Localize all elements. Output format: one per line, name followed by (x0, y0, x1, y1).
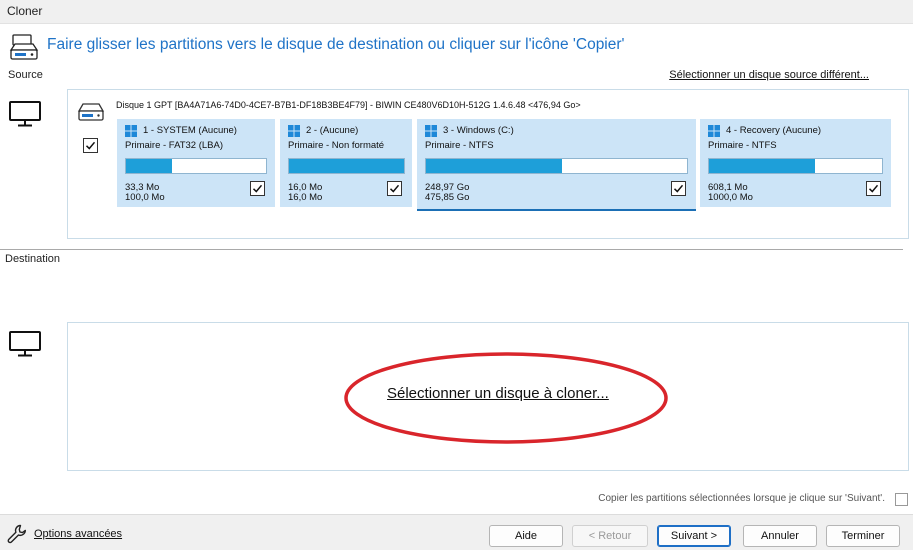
partition-type: Primaire - NTFS (425, 140, 494, 151)
instruction-text: Faire glisser les partitions vers le dis… (47, 36, 625, 53)
windows-logo-icon (708, 125, 720, 137)
partition-checkbox[interactable] (387, 181, 402, 196)
partition-name: 4 - Recovery (Aucune) (726, 125, 822, 136)
partition-usage-bar (708, 158, 883, 174)
usage-fill (426, 159, 562, 173)
partition-checkbox[interactable] (671, 181, 686, 196)
select-destination-disk-link[interactable]: Sélectionner un disque à cloner... (387, 385, 609, 402)
source-label: Source (8, 69, 43, 81)
select-source-disk-link[interactable]: Sélectionner un disque source différent.… (669, 69, 869, 81)
monitor-icon (9, 331, 41, 357)
section-divider (0, 249, 903, 250)
wrench-icon (7, 524, 26, 544)
monitor-icon (9, 101, 41, 127)
disk-checkbox[interactable] (83, 138, 98, 153)
disk-title: Disque 1 GPT [BA4A71A6-74D0-4CE7-B7B1-DF… (116, 100, 581, 110)
usage-fill (126, 159, 173, 173)
partition-card-3[interactable]: 3 - Windows (C:) Primaire - NTFS 248,97 … (417, 119, 696, 211)
partition-name: 1 - SYSTEM (Aucune) (143, 125, 237, 136)
partition-type: Primaire - Non formaté (288, 140, 385, 151)
check-icon (868, 184, 879, 193)
cancel-button[interactable]: Annuler (743, 525, 817, 547)
partition-type: Primaire - NTFS (708, 140, 777, 151)
advanced-options-link[interactable]: Options avancées (34, 528, 122, 540)
usage-fill (289, 159, 404, 173)
next-button[interactable]: Suivant > (657, 525, 731, 547)
check-icon (389, 184, 400, 193)
copy-on-next-checkbox[interactable] (895, 493, 908, 506)
partition-checkbox[interactable] (250, 181, 265, 196)
copy-on-next-label: Copier les partitions sélectionnées lors… (598, 493, 885, 504)
finish-button[interactable]: Terminer (826, 525, 900, 547)
title-bar: Cloner (0, 0, 913, 24)
help-button[interactable]: Aide (489, 525, 563, 547)
partition-total: 16,0 Mo (288, 192, 323, 203)
check-icon (85, 141, 96, 150)
partition-usage-bar (425, 158, 688, 174)
hard-disk-icon (77, 103, 105, 121)
partition-card-4[interactable]: 4 - Recovery (Aucune) Primaire - NTFS 60… (700, 119, 891, 207)
partition-card-1[interactable]: 1 - SYSTEM (Aucune) Primaire - FAT32 (LB… (117, 119, 275, 207)
partition-card-2[interactable]: 2 - (Aucune) Primaire - Non formaté 16,0… (280, 119, 412, 207)
partition-total: 475,85 Go (425, 192, 470, 203)
partition-name: 2 - (Aucune) (306, 125, 359, 136)
destination-label: Destination (5, 253, 61, 265)
check-icon (673, 184, 684, 193)
windows-logo-icon (425, 125, 437, 137)
window-title: Cloner (7, 4, 43, 18)
back-button[interactable]: < Retour (572, 525, 648, 547)
partition-name: 3 - Windows (C:) (443, 125, 514, 136)
partition-usage-bar (288, 158, 405, 174)
bottom-bar: Options avancées Aide < Retour Suivant >… (0, 514, 913, 550)
partition-total: 100,0 Mo (125, 192, 165, 203)
windows-logo-icon (125, 125, 137, 137)
partition-checkbox[interactable] (866, 181, 881, 196)
usage-fill (709, 159, 815, 173)
partition-type: Primaire - FAT32 (LBA) (125, 140, 224, 151)
windows-logo-icon (288, 125, 300, 137)
partition-total: 1000,0 Mo (708, 192, 753, 203)
partition-usage-bar (125, 158, 267, 174)
check-icon (252, 184, 263, 193)
disk-copy-icon (9, 34, 39, 60)
